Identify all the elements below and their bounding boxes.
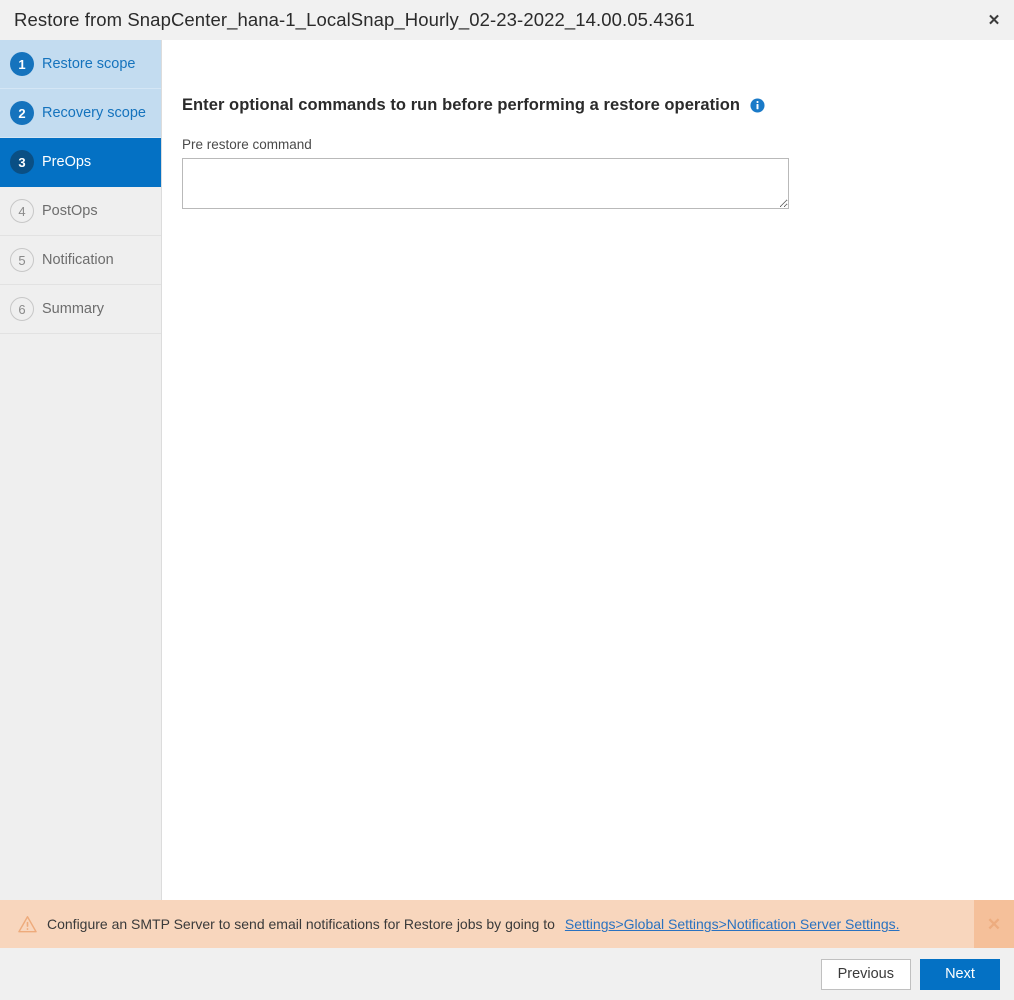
page-title: Restore from SnapCenter_hana-1_LocalSnap… (14, 9, 695, 30)
step-number-badge: 3 (10, 150, 34, 174)
notification-server-settings-link[interactable]: Settings>Global Settings>Notification Se… (565, 916, 900, 932)
sidebar-item-notification[interactable]: 5 Notification (0, 236, 161, 285)
sidebar-item-postops[interactable]: 4 PostOps (0, 187, 161, 236)
dialog-titlebar: Restore from SnapCenter_hana-1_LocalSnap… (0, 0, 1014, 40)
next-button[interactable]: Next (920, 958, 1000, 990)
previous-button[interactable]: Previous (820, 958, 911, 990)
step-number-badge: 1 (10, 52, 34, 76)
sidebar-item-preops[interactable]: 3 PreOps (0, 138, 161, 187)
pre-restore-command-label: Pre restore command (182, 137, 312, 152)
sidebar-item-label: PreOps (42, 154, 92, 170)
sidebar-item-label: Restore scope (42, 56, 136, 72)
step-number-badge: 6 (10, 297, 34, 321)
restore-wizard-dialog: Restore from SnapCenter_hana-1_LocalSnap… (0, 0, 1014, 1000)
banner-message: Configure an SMTP Server to send email n… (47, 916, 555, 932)
sidebar-item-label: PostOps (42, 203, 98, 219)
panel-heading-row: Enter optional commands to run before pe… (182, 96, 1014, 115)
panel-heading: Enter optional commands to run before pe… (182, 96, 741, 114)
sidebar-filler (0, 334, 161, 900)
sidebar-item-restore-scope[interactable]: 1 Restore scope (0, 40, 161, 89)
banner-close-icon[interactable]: ✕ (974, 900, 1014, 948)
sidebar-item-label: Recovery scope (42, 105, 146, 121)
step-number-badge: 5 (10, 248, 34, 272)
pre-restore-command-input[interactable] (182, 158, 789, 209)
close-icon[interactable]: ✕ (980, 6, 1008, 34)
preops-panel: Enter optional commands to run before pe… (162, 40, 1014, 900)
sidebar-item-summary[interactable]: 6 Summary (0, 285, 161, 334)
wizard-footer: Previous Next (0, 948, 1014, 1000)
info-icon[interactable] (750, 98, 765, 113)
smtp-warning-banner: Configure an SMTP Server to send email n… (0, 900, 1014, 948)
sidebar-item-label: Summary (42, 301, 105, 317)
step-number-badge: 4 (10, 199, 34, 223)
sidebar-item-label: Notification (42, 252, 114, 268)
wizard-steps-sidebar: 1 Restore scope 2 Recovery scope 3 PreOp… (0, 40, 162, 900)
warning-triangle-icon (18, 915, 37, 932)
step-number-badge: 2 (10, 101, 34, 125)
sidebar-item-recovery-scope[interactable]: 2 Recovery scope (0, 89, 161, 138)
wizard-body: 1 Restore scope 2 Recovery scope 3 PreOp… (0, 40, 1014, 900)
